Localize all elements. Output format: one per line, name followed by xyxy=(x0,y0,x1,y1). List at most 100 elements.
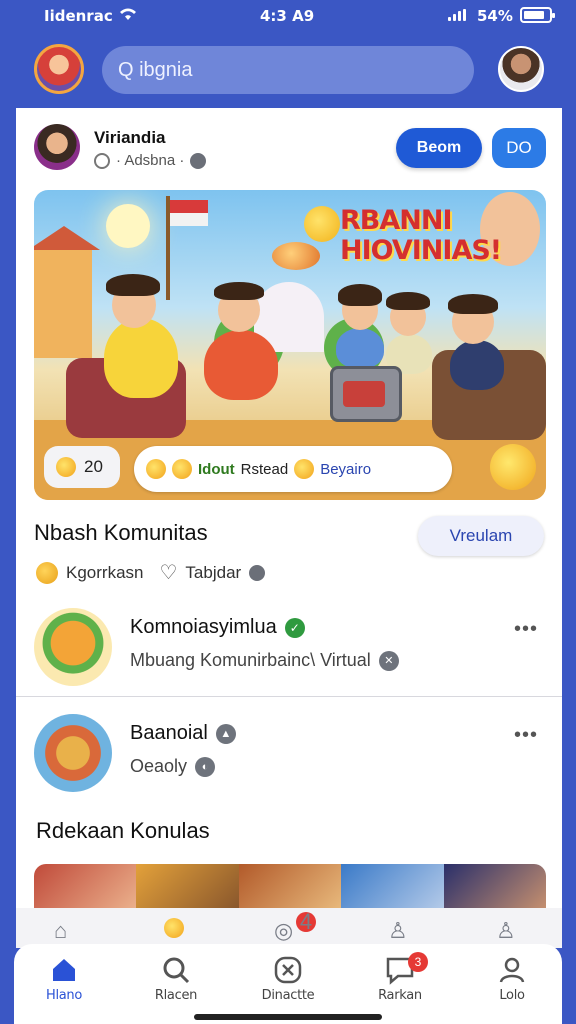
nav-profile[interactable]: Lolo xyxy=(462,952,562,1003)
character-art xyxy=(104,318,178,398)
section-meta-text: Kgorrkasn xyxy=(66,562,144,582)
signal-icon xyxy=(448,9,466,21)
emoji-icon xyxy=(56,457,76,477)
reaction-text: Beyairo xyxy=(320,460,372,478)
post-meta-text: · Adsbna · xyxy=(116,152,185,169)
heart-icon[interactable]: ♡ xyxy=(159,560,177,585)
battery-icon xyxy=(520,7,555,23)
character-hair xyxy=(338,284,382,306)
community-title-text: Komnoiasyimlua xyxy=(130,616,277,638)
more-options-icon[interactable]: ••• xyxy=(514,724,538,747)
list-item[interactable]: Baanoial ▲ Oeaoly ◐ ••• xyxy=(16,706,562,812)
nav-label: Dinactte xyxy=(261,988,315,1003)
search-icon xyxy=(126,952,226,988)
status-bar: Iidenrac 4:3 A9 54% xyxy=(0,0,576,32)
house-art xyxy=(34,226,100,358)
list-item[interactable]: Komnoiasyimlua ✓ Mbuang Komunirbainc\ Vi… xyxy=(16,600,562,706)
globe-icon xyxy=(190,152,207,169)
nav-messages[interactable]: 3 Rarkan xyxy=(350,952,450,1003)
search-input[interactable]: Q ibgnia xyxy=(102,46,474,94)
community-title: Komnoiasyimlua ✓ xyxy=(130,616,305,639)
nav-label: Hlano xyxy=(45,988,83,1003)
section-meta-text: Tabjdar xyxy=(185,562,242,582)
game-console-art xyxy=(330,366,402,422)
post-header: Viriandia · Adsbna · Beom DO xyxy=(16,108,562,186)
notification-badge: 4 xyxy=(296,911,316,933)
post-author-avatar[interactable] xyxy=(34,124,80,170)
flag-art xyxy=(170,200,208,226)
info-icon xyxy=(249,564,266,581)
feed: Viriandia · Adsbna · Beom DO RBANNI HIOV… xyxy=(16,108,562,948)
carrier-label: Iidenrac xyxy=(44,7,113,25)
home-indicator[interactable] xyxy=(194,1014,382,1020)
character-hair xyxy=(386,292,430,310)
join-button[interactable]: Beom xyxy=(396,128,482,168)
search-placeholder: Q ibgnia xyxy=(118,58,193,81)
reaction-text: Idout xyxy=(198,460,235,478)
character-art xyxy=(336,328,384,368)
community-subtitle: Oeaoly ◐ xyxy=(130,756,216,777)
community-subtitle-text: Mbuang Komunirbainc\ Virtual xyxy=(130,650,371,670)
character-hair xyxy=(448,294,498,314)
section-meta: Kgorrkasn ♡ Tabjdar xyxy=(36,560,266,585)
lock-icon: ▲ xyxy=(215,723,236,744)
community-title: Baanoial ▲ xyxy=(130,722,236,745)
user-icon xyxy=(462,952,562,988)
nav-label: Lolo xyxy=(499,988,525,1003)
likes-pill[interactable]: 20 xyxy=(44,446,120,488)
character-art xyxy=(204,330,278,400)
secondary-nav: ⌂ ◎ 4 ♙ ♙ xyxy=(16,908,562,948)
globe-icon: ◐ xyxy=(195,756,216,777)
user-icon: ♙ xyxy=(496,918,516,943)
likes-count: 20 xyxy=(84,457,103,476)
bottom-nav: Hlano Rlacen Dinactte 3 Rarkan Lolo xyxy=(14,944,562,1024)
community-subtitle-text: Oeaoly xyxy=(130,756,188,776)
close-icon: ✕ xyxy=(378,650,399,671)
post-banner-image[interactable]: RBANNI HIOVINIAS! 20 Idout Rstead Beyair… xyxy=(34,190,546,500)
nav-label: Rlacen xyxy=(154,988,198,1003)
character-art xyxy=(450,340,504,390)
chat-bubble-icon xyxy=(94,152,110,169)
emoji-icon xyxy=(164,918,184,938)
divider xyxy=(16,696,562,697)
post-meta: · Adsbna · xyxy=(94,152,207,169)
character-hair xyxy=(106,274,160,296)
top-bar: Q ibgnia xyxy=(0,32,576,108)
user-avatar[interactable] xyxy=(34,44,84,94)
character-hair xyxy=(214,282,264,300)
community-avatar xyxy=(34,714,112,792)
nav-label: Rarkan xyxy=(378,988,422,1003)
verified-icon: ✓ xyxy=(284,617,305,638)
community-avatar xyxy=(34,608,112,686)
emoji-icon xyxy=(172,459,192,479)
nav-home[interactable]: Hlano xyxy=(14,952,114,1003)
emoji-art xyxy=(272,242,320,270)
section2-title: Rdekaan Konulas xyxy=(36,818,210,843)
emoji-react-button[interactable] xyxy=(490,444,536,490)
reaction-bar[interactable]: Idout Rstead Beyairo xyxy=(134,446,452,492)
home-icon: ⌂ xyxy=(54,918,68,943)
secondary-button[interactable]: DO xyxy=(492,128,546,168)
section-title: Nbash Komunitas xyxy=(34,520,208,545)
emoji-art xyxy=(304,206,340,242)
view-all-button[interactable]: Vreulam xyxy=(418,516,544,556)
sun-art xyxy=(106,204,150,248)
home-icon xyxy=(14,952,114,988)
nav-search[interactable]: Rlacen xyxy=(126,952,226,1003)
battery-percent: 54% xyxy=(477,7,513,25)
clock: 4:3 A9 xyxy=(260,7,315,25)
emoji-icon xyxy=(146,459,166,479)
user-icon: ♙ xyxy=(388,918,408,943)
post-author-name[interactable]: Viriandia xyxy=(94,128,166,148)
coin-icon xyxy=(36,561,58,584)
more-options-icon[interactable]: ••• xyxy=(514,618,538,641)
emoji-icon xyxy=(294,459,315,479)
banner-title: RBANNI HIOVINIAS! xyxy=(340,205,502,266)
nav-discover[interactable]: Dinactte xyxy=(238,952,338,1003)
close-circle-icon xyxy=(238,952,338,988)
reaction-text: Rstead xyxy=(240,460,289,478)
wifi-icon xyxy=(118,6,138,26)
notification-badge: 3 xyxy=(408,952,428,972)
settings-icon: ◎ xyxy=(274,918,294,943)
profile-avatar[interactable] xyxy=(498,46,544,92)
